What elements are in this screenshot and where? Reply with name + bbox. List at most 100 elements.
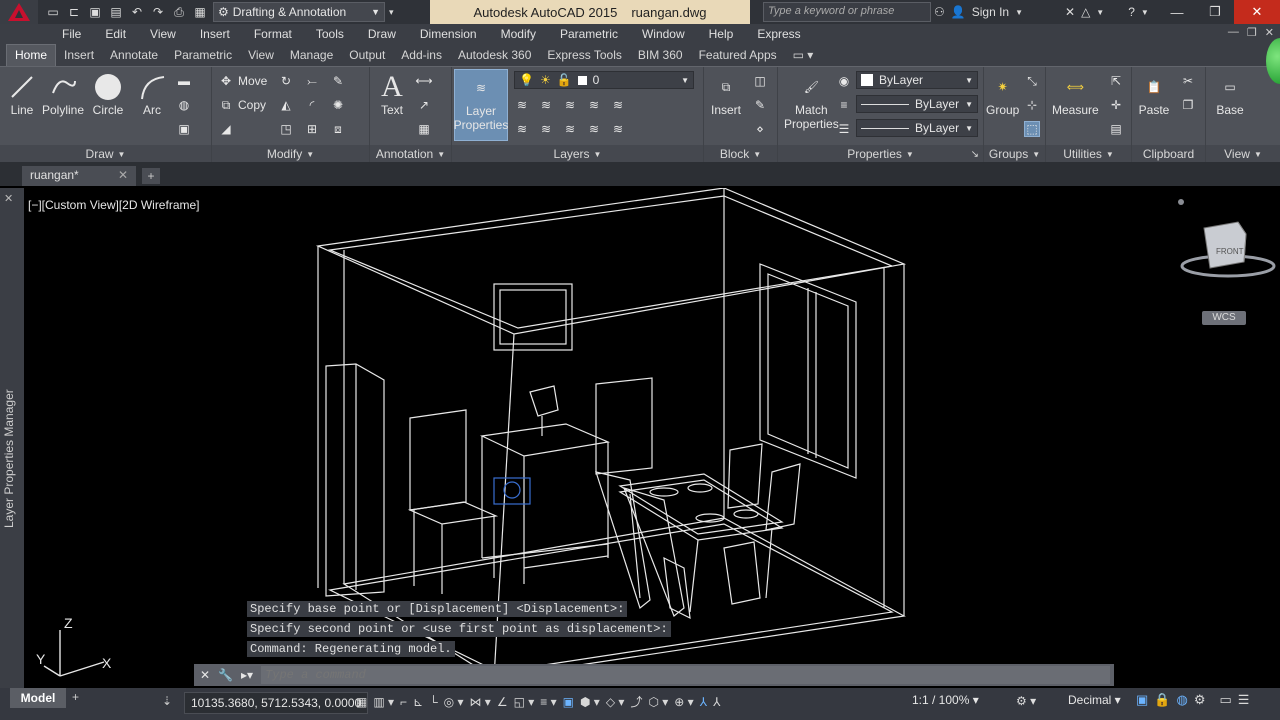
calculator-icon[interactable]: ▤ bbox=[1108, 121, 1124, 137]
coordinates-display[interactable]: 10135.3680, 5712.5343, 0.0000 bbox=[184, 692, 369, 714]
snap-icon[interactable]: ▥ ▾ bbox=[373, 695, 394, 709]
trim-icon[interactable]: ⤚ bbox=[304, 73, 320, 89]
polar-icon[interactable]: ◎ ▾ bbox=[444, 695, 464, 709]
chevron-down-icon[interactable]: ▼ bbox=[1141, 8, 1149, 17]
selection-filter-icon[interactable]: ⬡ ▾ bbox=[648, 695, 668, 709]
layer-freeze-icon[interactable]: ≋ bbox=[562, 97, 578, 113]
group-button[interactable]: ✷ Group bbox=[986, 71, 1019, 117]
tab-add-ins[interactable]: Add-ins bbox=[393, 45, 450, 66]
group-select-icon[interactable]: ⬚ bbox=[1024, 121, 1040, 137]
a360-icon[interactable]: △ bbox=[1081, 5, 1090, 19]
qat-customize-icon[interactable]: ▾ bbox=[389, 7, 403, 18]
menu-edit[interactable]: Edit bbox=[93, 27, 138, 41]
add-layout-icon[interactable]: + bbox=[72, 690, 79, 704]
dynamic-input-icon[interactable]: ⊾ bbox=[413, 695, 423, 709]
point-icon[interactable]: ✛ bbox=[1108, 97, 1124, 113]
circle-button[interactable]: Circle bbox=[92, 71, 124, 117]
transparency-icon[interactable]: ▣ bbox=[563, 695, 574, 709]
hatch-icon[interactable]: ◍ bbox=[176, 97, 192, 113]
ungroup-icon[interactable]: ⤡ bbox=[1024, 73, 1040, 89]
scale-icon[interactable]: ◳ bbox=[278, 121, 294, 137]
open-icon[interactable]: ⊏ bbox=[65, 4, 83, 20]
base-view-button[interactable]: ▭ Base bbox=[1214, 71, 1246, 117]
paste-button[interactable]: 📋 Paste bbox=[1138, 71, 1170, 117]
move-button[interactable]: ✥ Move bbox=[218, 73, 267, 89]
panel-title-view[interactable]: View ▼ bbox=[1206, 145, 1280, 163]
polyline-button[interactable]: Polyline bbox=[42, 71, 84, 117]
annotation-visibility-icon[interactable]: ⅄ bbox=[700, 695, 707, 709]
make-current-icon[interactable]: ≋ bbox=[514, 121, 530, 137]
panel-title-block[interactable]: Block ▼ bbox=[704, 145, 777, 163]
insert-block-button[interactable]: ⧉ Insert bbox=[710, 71, 742, 118]
quick-properties-icon[interactable]: ▣ bbox=[1136, 692, 1148, 708]
match-properties-button[interactable]: 🖌 Match Properties bbox=[784, 71, 839, 131]
panel-title-utilities[interactable]: Utilities ▼ bbox=[1046, 145, 1131, 163]
viewcube[interactable]: FRONT bbox=[1178, 199, 1276, 278]
save-as-icon[interactable]: ▤ bbox=[107, 4, 125, 20]
isolate-objects-icon[interactable]: ◍ bbox=[1176, 692, 1187, 708]
sign-in-button[interactable]: Sign In bbox=[972, 5, 1009, 19]
menu-format[interactable]: Format bbox=[242, 27, 304, 41]
undo-icon[interactable]: ↶ bbox=[128, 4, 146, 20]
batch-plot-icon[interactable]: ▦ bbox=[191, 4, 209, 20]
panel-title-layers[interactable]: Layers ▼ bbox=[452, 145, 703, 163]
3d-osnap-icon[interactable]: ◇ ▾ bbox=[606, 695, 625, 709]
redo-icon[interactable]: ↷ bbox=[149, 4, 167, 20]
menu-modify[interactable]: Modify bbox=[489, 27, 548, 41]
model-tab[interactable]: Model bbox=[10, 688, 66, 708]
tab-express-tools[interactable]: Express Tools bbox=[539, 45, 629, 66]
panel-title-modify[interactable]: Modify ▼ bbox=[212, 145, 369, 163]
tab-bim-360[interactable]: BIM 360 bbox=[630, 45, 691, 66]
chevron-down-icon[interactable]: ▼ bbox=[1015, 8, 1023, 17]
close-icon[interactable]: ✕ bbox=[118, 168, 128, 182]
command-input[interactable] bbox=[261, 666, 1110, 684]
file-tab-ruangan[interactable]: ruangan* ✕ bbox=[22, 166, 136, 186]
recent-commands-icon[interactable]: ▸▾ bbox=[241, 668, 253, 682]
tab-view[interactable]: View bbox=[240, 45, 282, 66]
explode-icon[interactable]: ✺ bbox=[330, 97, 346, 113]
layer-properties-manager-label[interactable]: Layer Properties Manager bbox=[2, 389, 16, 528]
layer-isolate-icon[interactable]: ≋ bbox=[538, 97, 554, 113]
tab-insert[interactable]: Insert bbox=[56, 45, 102, 66]
quick-select-icon[interactable]: ⇱ bbox=[1108, 73, 1124, 89]
layer-walk-icon[interactable]: ≋ bbox=[610, 121, 626, 137]
line-button[interactable]: Line bbox=[6, 71, 38, 117]
clean-screen-icon[interactable]: ▭ bbox=[1219, 692, 1231, 708]
dynamic-ucs-icon[interactable]: ⤴ bbox=[630, 693, 642, 710]
chevron-down-icon[interactable]: ▼ bbox=[1096, 8, 1104, 17]
tab-home[interactable]: Home bbox=[6, 44, 57, 66]
lineweight-dropdown[interactable]: ByLayer ▼ bbox=[856, 119, 978, 137]
panel-title-clipboard[interactable]: Clipboard bbox=[1132, 145, 1205, 163]
menu-express[interactable]: Express bbox=[745, 27, 812, 41]
tab-annotate[interactable]: Annotate bbox=[102, 45, 166, 66]
linetype-dropdown[interactable]: ByLayer ▼ bbox=[856, 95, 978, 113]
tab-parametric[interactable]: Parametric bbox=[166, 45, 240, 66]
auto-scale-icon[interactable]: ⅄ bbox=[713, 695, 720, 709]
menu-file[interactable]: File bbox=[50, 27, 93, 41]
menu-window[interactable]: Window bbox=[630, 27, 697, 41]
layer-off-icon[interactable]: ≋ bbox=[514, 97, 530, 113]
selection-cycling-icon[interactable]: ⬢ ▾ bbox=[580, 695, 600, 709]
gizmo-icon[interactable]: ⊕ ▾ bbox=[674, 695, 693, 709]
workspace-switch-icon[interactable]: ⚙ ▾ bbox=[1016, 694, 1036, 708]
rotate-icon[interactable]: ↻ bbox=[278, 73, 294, 89]
exchange-apps-icon[interactable]: ✕ bbox=[1065, 5, 1075, 19]
measure-button[interactable]: ⟺ Measure bbox=[1052, 71, 1099, 117]
layer-properties-button[interactable]: ≋ Layer Properties bbox=[454, 69, 508, 141]
minimize-button[interactable]: — bbox=[1158, 0, 1196, 24]
edit-block-icon[interactable]: ✎ bbox=[752, 97, 768, 113]
doc-restore-button[interactable]: ❐ bbox=[1247, 26, 1257, 39]
panel-title-groups[interactable]: Groups ▼ bbox=[984, 145, 1045, 163]
menu-tools[interactable]: Tools bbox=[304, 27, 356, 41]
object-snap-icon[interactable]: ◱ ▾ bbox=[514, 695, 535, 709]
layer-thaw-icon[interactable]: ≋ bbox=[562, 121, 578, 137]
help-search-input[interactable]: Type a keyword or phrase bbox=[763, 2, 931, 22]
binoculars-icon[interactable]: ⚇ bbox=[934, 5, 945, 19]
lock-ui-icon[interactable]: 🔒 bbox=[1154, 692, 1170, 708]
menu-insert[interactable]: Insert bbox=[188, 27, 242, 41]
panel-title-annotation[interactable]: Annotation ▼ bbox=[370, 145, 451, 163]
ribbon-options-icon[interactable]: ▭ ▾ bbox=[785, 45, 822, 66]
restore-button[interactable]: ❐ bbox=[1196, 0, 1234, 24]
save-icon[interactable]: ▣ bbox=[86, 4, 104, 20]
fillet-icon[interactable]: ◜ bbox=[304, 97, 320, 113]
